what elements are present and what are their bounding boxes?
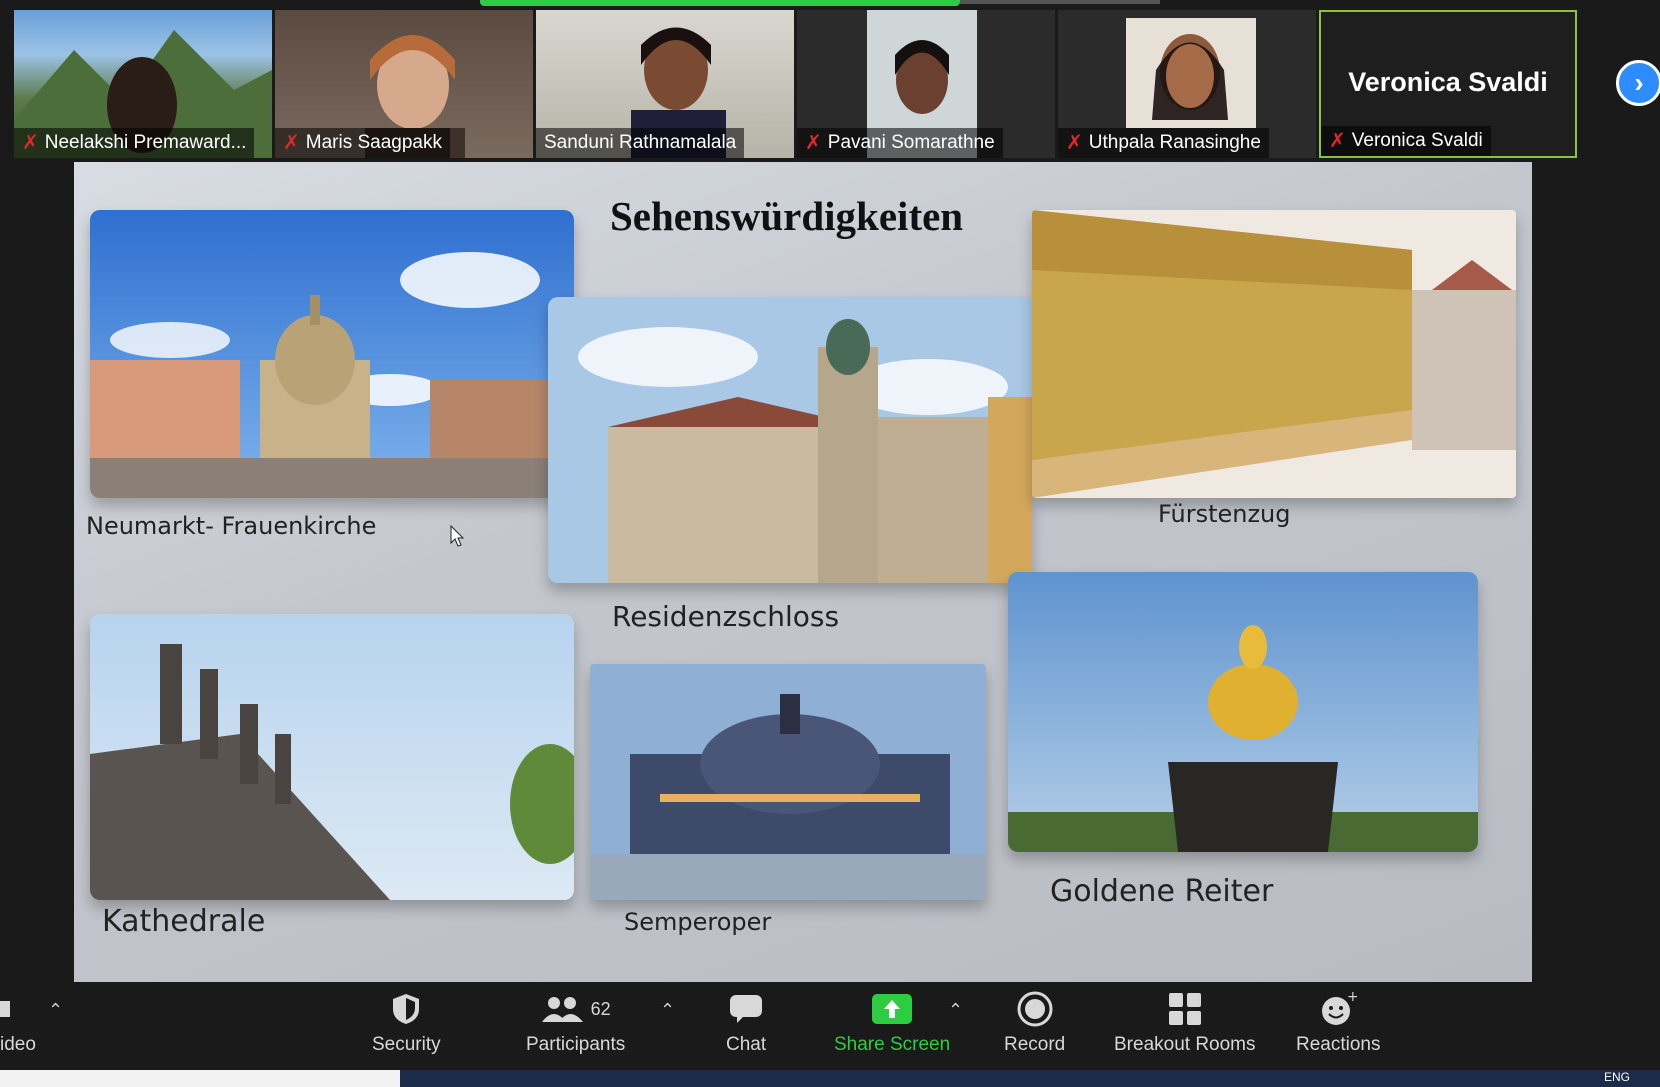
reactions-label: Reactions	[1296, 1034, 1381, 1055]
breakout-rooms-label: Breakout Rooms	[1114, 1034, 1256, 1055]
participant-gallery: ✗ Neelakshi Premaward... ✗ Maris Saagpak…	[14, 10, 1577, 158]
participant-tile-active-speaker[interactable]: Veronica Svaldi ✗ Veronica Svaldi	[1319, 10, 1577, 158]
photo-residenzschloss	[548, 297, 1032, 583]
participant-tile[interactable]: ✗ Neelakshi Premaward...	[14, 10, 272, 158]
mouse-cursor-icon	[450, 525, 464, 547]
caption-semperoper: Semperoper	[624, 908, 772, 936]
participant-name-bar: ✗ Maris Saagpakk	[275, 128, 450, 158]
video-button[interactable]: ideo	[0, 990, 36, 1056]
share-screen-icon	[872, 990, 913, 1028]
participant-name: Veronica Svaldi	[1351, 130, 1483, 151]
participant-display-name: Veronica Svaldi	[1348, 67, 1548, 97]
language-indicator[interactable]: ENG	[1604, 1070, 1630, 1084]
fuerstenzug-image	[1032, 210, 1516, 498]
screen-share-indicator	[480, 0, 960, 6]
participants-options-caret[interactable]: ⌃	[660, 1000, 675, 1021]
participant-name-bar: ✗ Uthpala Ranasinghe	[1058, 128, 1269, 158]
photo-kathedrale	[90, 614, 574, 900]
video-options-caret[interactable]: ⌃	[48, 1000, 63, 1021]
mic-muted-icon: ✗	[805, 132, 822, 154]
goldene-reiter-image	[1008, 572, 1478, 852]
mic-muted-icon: ✗	[1066, 132, 1083, 154]
participant-name: Pavani Somarathne	[827, 132, 995, 153]
chat-label: Chat	[726, 1034, 767, 1055]
participant-tile[interactable]: ✗ Maris Saagpakk	[275, 10, 533, 158]
security-label: Security	[372, 1034, 441, 1055]
caption-fuerstenzug: Fürstenzug	[1158, 500, 1291, 528]
photo-goldene-reiter	[1008, 572, 1478, 852]
taskbar-search-area[interactable]	[0, 1070, 400, 1087]
participant-name-bar: ✗ Pavani Somarathne	[797, 128, 1003, 158]
slide-title: Sehenswürdigkeiten	[610, 193, 964, 239]
participant-tile[interactable]: ✗ Uthpala Ranasinghe	[1058, 10, 1316, 158]
svg-text:+: +	[1347, 991, 1357, 1005]
record-icon	[1017, 990, 1053, 1028]
participant-name: Sanduni Rathnamalala	[544, 132, 737, 153]
chevron-right-icon: ›	[1634, 67, 1644, 98]
chat-button[interactable]: Chat	[726, 990, 766, 1056]
participants-icon: 62	[541, 990, 611, 1028]
shield-icon	[391, 990, 421, 1028]
participant-name-bar: ✗ Veronica Svaldi	[1321, 126, 1491, 156]
screen-share-indicator-track	[960, 0, 1160, 4]
participants-button[interactable]: 62 Participants	[526, 990, 625, 1056]
participant-name: Uthpala Ranasinghe	[1088, 132, 1261, 153]
mic-muted-icon: ✗	[283, 132, 300, 154]
share-options-caret[interactable]: ⌃	[948, 1000, 963, 1021]
next-page-button[interactable]: ›	[1616, 60, 1660, 106]
mic-muted-icon: ✗	[1329, 130, 1346, 152]
caption-neumarkt: Neumarkt- Frauenkirche	[86, 512, 377, 540]
participant-tile[interactable]: Sanduni Rathnamalala	[536, 10, 794, 158]
caption-kathedrale: Kathedrale	[102, 904, 266, 939]
record-label: Record	[1004, 1034, 1066, 1055]
participant-name-bar: Sanduni Rathnamalala	[536, 128, 745, 158]
record-button[interactable]: Record	[1004, 990, 1065, 1056]
shared-screen-slide: Sehenswürdigkeiten Neumarkt- Frauenkirch…	[74, 162, 1532, 982]
frauenkirche-image	[90, 210, 574, 498]
participants-label: Participants	[526, 1034, 626, 1055]
security-button[interactable]: Security	[372, 990, 441, 1056]
participant-tile[interactable]: ✗ Pavani Somarathne	[797, 10, 1055, 158]
photo-neumarkt-frauenkirche	[90, 210, 574, 498]
video-label: ideo	[0, 1034, 36, 1055]
breakout-rooms-icon	[1168, 990, 1202, 1028]
participant-name: Neelakshi Premaward...	[44, 132, 247, 153]
meeting-control-bar: ideo ⌃ Security 62 Participants ⌃ Chat S…	[0, 982, 1660, 1070]
share-screen-label: Share Screen	[834, 1034, 951, 1055]
participant-name: Maris Saagpakk	[305, 132, 442, 153]
mic-muted-icon: ✗	[22, 132, 39, 154]
semperoper-image	[590, 664, 986, 900]
kathedrale-image	[90, 614, 574, 900]
photo-fuerstenzug	[1032, 210, 1516, 498]
caption-goldene-reiter: Goldene Reiter	[1050, 874, 1274, 909]
chat-bubble-icon	[729, 990, 763, 1028]
breakout-rooms-button[interactable]: Breakout Rooms	[1114, 990, 1256, 1056]
smiley-plus-icon: +	[1319, 990, 1357, 1028]
photo-semperoper	[590, 664, 986, 900]
participants-count: 62	[590, 998, 611, 1019]
video-camera-icon	[0, 990, 14, 1028]
os-taskbar: ENG	[0, 1070, 1660, 1087]
share-screen-button[interactable]: Share Screen	[834, 990, 950, 1056]
participant-name-bar: ✗ Neelakshi Premaward...	[14, 128, 255, 158]
caption-residenzschloss: Residenzschloss	[612, 600, 840, 633]
residenzschloss-image	[548, 297, 1032, 583]
reactions-button[interactable]: + Reactions	[1296, 990, 1381, 1056]
